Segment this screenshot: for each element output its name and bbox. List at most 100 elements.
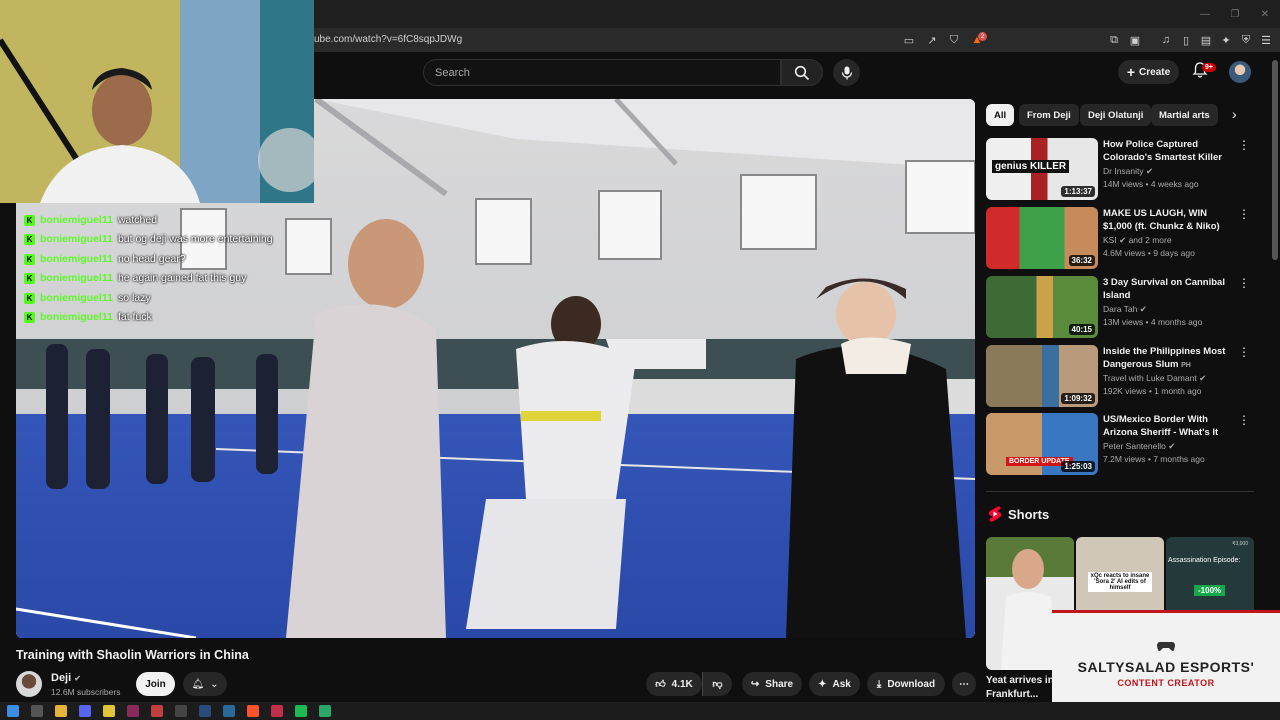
video-title: Training with Shaolin Warriors in China (16, 648, 249, 662)
chat-username: boniemiguel11 (40, 292, 113, 304)
file-explorer-icon[interactable] (55, 705, 67, 717)
more-vertical-icon[interactable]: ⋮ (1238, 413, 1250, 427)
channel-name[interactable]: Deji ✔ (51, 672, 81, 684)
search-icon[interactable] (31, 705, 43, 717)
chat-message: Kboniemiguel11 so lazy (24, 290, 151, 306)
app-icon[interactable] (151, 705, 163, 717)
chevron-right-icon[interactable]: › (1232, 106, 1237, 122)
account-avatar[interactable] (1229, 61, 1251, 83)
chat-message: Kboniemiguel11 fat fuck (24, 309, 152, 325)
windows-start-icon[interactable] (7, 705, 19, 717)
voice-search-button[interactable] (833, 59, 860, 86)
brave-icon[interactable] (247, 705, 259, 717)
chat-message: Kboniemiguel11 watched (24, 212, 157, 228)
channel-name[interactable]: Peter Santenello ✔ (1103, 441, 1175, 452)
thumbs-down-icon: 👎︎ (712, 679, 723, 690)
kick-badge-icon: K (24, 272, 35, 284)
leo-icon[interactable]: ✦ (1218, 32, 1234, 48)
steam-icon[interactable] (223, 705, 235, 717)
vpn-icon[interactable]: ⛨ (1238, 32, 1254, 48)
recommendation-item[interactable]: 36:32 MAKE US LAUGH, WIN $1,000 (ft. Chu… (986, 207, 1254, 269)
like-button[interactable]: 👍︎ 4.1K (646, 672, 702, 696)
video-thumbnail[interactable]: genius KILLER 1:13:37 (986, 138, 1098, 200)
channel-name[interactable]: Dara Tah ✔ (1103, 304, 1147, 315)
wallet2-icon[interactable]: ▤ (1198, 32, 1214, 48)
share-page-icon[interactable]: ↗ (924, 32, 940, 48)
more-vertical-icon[interactable]: ⋮ (1238, 276, 1250, 290)
screen-icon[interactable]: ▭ (901, 32, 917, 48)
video-thumbnail[interactable]: 1:09:32 (986, 345, 1098, 407)
channel-avatar[interactable] (16, 671, 42, 697)
chrome-icon[interactable] (103, 705, 115, 717)
app-icon[interactable] (319, 705, 331, 717)
channel-name-text: Travel with Luke Damant (1103, 373, 1197, 383)
music-icon[interactable]: ♫ (1158, 32, 1174, 48)
video-title[interactable]: Inside the Philippines Most Dangerous Sl… (1103, 345, 1238, 371)
dislike-button[interactable]: 👎︎ (702, 672, 732, 696)
wallet-icon[interactable]: ▣ (1127, 32, 1143, 48)
recommendation-item[interactable]: 40:15 3 Day Survival on Cannibal Island … (986, 276, 1254, 338)
video-title[interactable]: US/Mexico Border With Arizona Sheriff - … (1103, 413, 1238, 439)
channel-name[interactable]: KSI ✔ and 2 more (1103, 235, 1172, 246)
subscription-bell-button[interactable]: 🔔︎ ⌄ (183, 672, 227, 696)
ask-label: Ask (832, 678, 851, 690)
short-overlay-text: Assassination Episode: (1168, 557, 1241, 564)
more-actions-button[interactable]: ⋯ (952, 672, 976, 696)
video-duration: 1:25:03 (1061, 461, 1095, 472)
app-icon[interactable] (127, 705, 139, 717)
short-price: ₹3,000 (1232, 541, 1248, 547)
recommendation-item[interactable]: BORDER UPDATE 1:25:03 US/Mexico Border W… (986, 413, 1254, 475)
more-vertical-icon[interactable]: ⋮ (1238, 207, 1250, 221)
video-title[interactable]: MAKE US LAUGH, WIN $1,000 (ft. Chunkz & … (1103, 207, 1238, 233)
search-button[interactable] (781, 59, 823, 86)
maximize-icon[interactable]: ❐ (1220, 0, 1250, 28)
discord-icon[interactable] (79, 705, 91, 717)
scrollbar[interactable] (1272, 60, 1278, 260)
rewards-badge: 2 (978, 32, 987, 41)
video-meta: 4.6M views • 9 days ago (1103, 248, 1195, 258)
verified-icon: ✔ (1168, 441, 1176, 451)
shorts-header: Shorts (988, 506, 1049, 522)
more-vertical-icon[interactable]: ⋮ (1238, 138, 1250, 152)
search-input[interactable]: Search (423, 59, 781, 86)
video-thumbnail[interactable]: 40:15 (986, 276, 1098, 338)
channel-name[interactable]: Travel with Luke Damant ✔ (1103, 373, 1206, 384)
download-button[interactable]: ⤓ Download (867, 672, 945, 696)
download-icon: ⤓ (876, 678, 882, 690)
brave-shield-icon[interactable]: ⛉ (946, 32, 962, 48)
share-button[interactable]: ↪ Share (742, 672, 802, 696)
more-vertical-icon[interactable]: ⋮ (1238, 345, 1250, 359)
chip-from-deji[interactable]: From Deji (1019, 104, 1079, 126)
short-title[interactable]: Yeat arrives in Frankfurt... (986, 674, 1058, 702)
video-duration: 40:15 (1068, 324, 1095, 335)
steam-icon[interactable] (199, 705, 211, 717)
video-thumbnail[interactable]: 36:32 (986, 207, 1098, 269)
menu-icon[interactable]: ☰ (1258, 32, 1274, 48)
ask-button[interactable]: ✦ Ask (809, 672, 860, 696)
shorts-icon (988, 506, 1002, 522)
sidebar-icon[interactable]: ▯ (1178, 32, 1194, 48)
chevron-down-icon: ⌄ (210, 678, 219, 690)
recommendation-item[interactable]: genius KILLER 1:13:37 How Police Capture… (986, 138, 1254, 200)
close-icon[interactable]: ✕ (1250, 0, 1280, 28)
video-title[interactable]: 3 Day Survival on Cannibal Island (1103, 276, 1238, 302)
app-icon[interactable] (271, 705, 283, 717)
obs-icon[interactable] (175, 705, 187, 717)
recommendation-item[interactable]: 1:09:32 Inside the Philippines Most Dang… (986, 345, 1254, 407)
spotify-icon[interactable] (295, 705, 307, 717)
chat-text: fat fuck (117, 311, 152, 323)
create-button[interactable]: + Create (1118, 60, 1179, 84)
kick-badge-icon: K (24, 311, 35, 323)
chip-all[interactable]: All (986, 104, 1015, 126)
channel-name[interactable]: Dr Insanity ✔ (1103, 166, 1153, 177)
minimize-icon[interactable]: — (1190, 0, 1220, 28)
chip-deji-olatunji[interactable]: Deji Olatunji (1080, 104, 1152, 126)
video-title[interactable]: How Police Captured Colorado's Smartest … (1103, 138, 1238, 164)
url-text[interactable]: ube.com/watch?v=6fC8sqpJDWg (314, 34, 462, 45)
chip-martial-arts[interactable]: Martial arts (1151, 104, 1218, 126)
like-count: 4.1K (671, 678, 693, 690)
video-thumbnail[interactable]: BORDER UPDATE 1:25:03 (986, 413, 1098, 475)
extensions-icon[interactable]: ⧉ (1106, 32, 1122, 48)
chat-username: boniemiguel11 (40, 311, 113, 323)
join-button[interactable]: Join (136, 672, 175, 696)
